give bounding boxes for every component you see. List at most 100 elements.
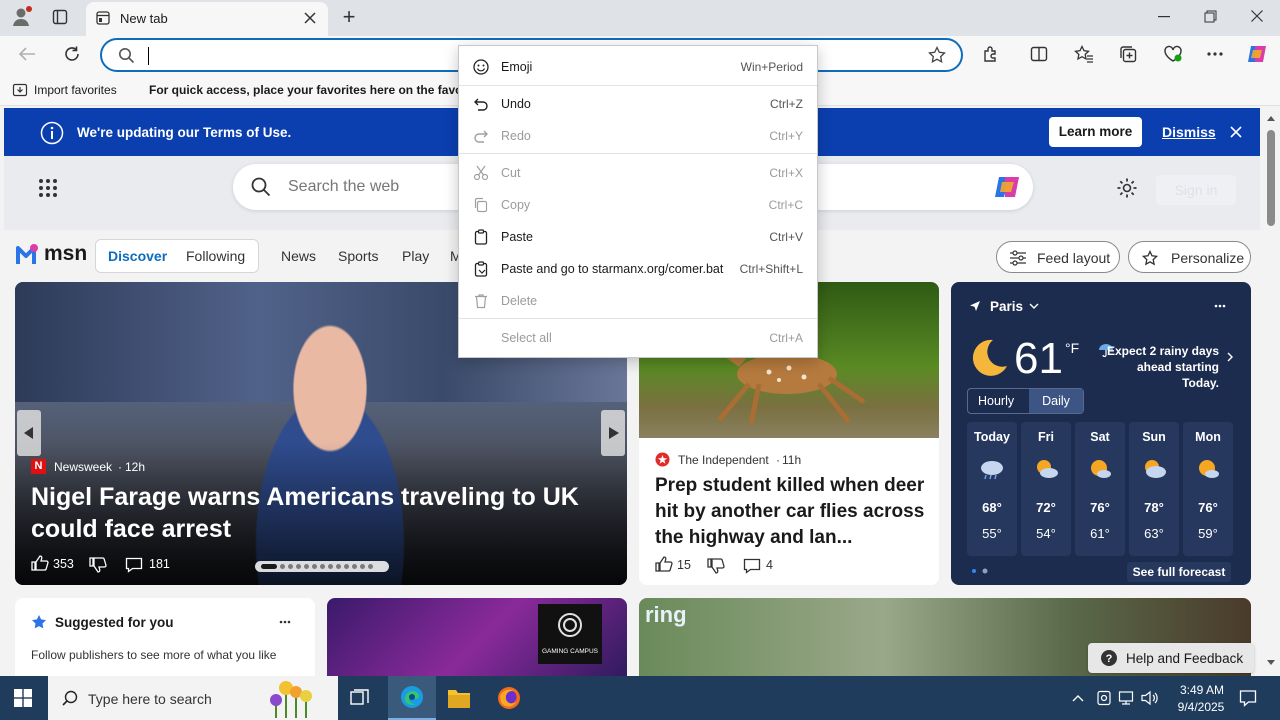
menu-item-undo[interactable]: Undo Ctrl+Z [459, 89, 817, 119]
back-icon[interactable] [18, 46, 36, 62]
story2-dislike-icon[interactable] [707, 558, 725, 574]
close-banner-icon[interactable] [1230, 126, 1242, 138]
security-tray-icon[interactable] [1096, 690, 1112, 706]
favorite-star-icon[interactable] [928, 46, 946, 64]
tab-actions-icon[interactable] [52, 9, 68, 25]
split-screen-icon[interactable] [1030, 45, 1048, 63]
story2-comment-icon[interactable] [743, 558, 761, 574]
clock-date[interactable]: 9/4/2025 [1168, 700, 1234, 714]
page-settings-icon[interactable] [1116, 177, 1138, 199]
suggested-more-icon[interactable] [279, 620, 291, 624]
weather-city[interactable]: Paris [990, 299, 1023, 314]
tab-hourly[interactable]: Hourly [978, 394, 1014, 408]
tab-following[interactable]: Following [186, 248, 245, 264]
firefox-icon[interactable] [497, 686, 521, 710]
apps-launcher-icon[interactable] [38, 178, 58, 198]
menu-item-cut[interactable]: Cut Ctrl+X [459, 158, 817, 188]
forecast-day[interactable]: Sat 76° 61° [1075, 422, 1125, 556]
svg-text:?: ? [1106, 653, 1113, 665]
hero-headline[interactable]: Nigel Farage warns Americans traveling t… [31, 481, 621, 545]
tab-new-tab[interactable]: New tab [86, 2, 328, 36]
weather-page-indicator[interactable] [971, 568, 991, 574]
taskbar-edge[interactable] [388, 676, 436, 720]
clock-time[interactable]: 3:49 AM [1172, 683, 1232, 697]
alert-chevron-icon[interactable] [1227, 352, 1234, 362]
restore-icon[interactable] [1204, 10, 1217, 23]
menu-item-copy[interactable]: Copy Ctrl+C [459, 190, 817, 220]
suggested-card: Suggested for you Follow publishers to s… [15, 598, 315, 676]
feed-layout-button[interactable]: Feed layout [996, 241, 1120, 273]
weather-more-icon[interactable] [1214, 304, 1226, 308]
settings-more-icon[interactable] [1207, 52, 1223, 56]
menu-item-select-all[interactable]: Select all Ctrl+A [459, 323, 817, 353]
scroll-down-icon[interactable] [1267, 660, 1275, 665]
browser-essentials-icon[interactable] [1163, 45, 1183, 63]
learn-more-button[interactable]: Learn more [1049, 117, 1142, 147]
forecast-day[interactable]: Sun 78° 63° [1129, 422, 1179, 556]
emoji-icon [473, 59, 489, 75]
hero-like-icon[interactable] [31, 555, 49, 571]
personalize-icon [1141, 250, 1159, 266]
dismiss-link[interactable]: Dismiss [1162, 124, 1216, 140]
tab-discover[interactable]: Discover [108, 248, 167, 264]
menu-label: Copy [501, 198, 531, 212]
city-chevron-down-icon[interactable] [1029, 303, 1039, 310]
edge-icon [400, 685, 424, 709]
gaming-campus-card[interactable]: GAMING CAMPUS [327, 598, 627, 676]
tab-sports[interactable]: Sports [338, 248, 378, 264]
notifications-icon[interactable] [1239, 689, 1257, 707]
volume-icon[interactable] [1141, 690, 1159, 706]
sign-in-button[interactable]: Sign in [1156, 175, 1236, 205]
carousel-prev-button[interactable] [17, 410, 41, 456]
import-favorites-button[interactable]: Import favorites [34, 83, 117, 97]
menu-item-paste-and-go[interactable]: Paste and go to starmanx.org/comer.bat C… [459, 254, 817, 284]
copilot-search-icon[interactable] [993, 173, 1023, 201]
menu-item-emoji[interactable]: Emoji Win+Period [459, 52, 817, 82]
carousel-indicator[interactable] [255, 561, 389, 572]
minimize-icon[interactable] [1158, 16, 1170, 18]
page-scrollbar[interactable] [1262, 106, 1280, 676]
suggested-subtitle: Follow publishers to see more of what yo… [31, 648, 277, 662]
tray-chevron-up-icon[interactable] [1072, 694, 1084, 702]
menu-item-paste[interactable]: Paste Ctrl+V [459, 222, 817, 252]
personalize-button[interactable]: Personalize [1128, 241, 1251, 273]
tab-play[interactable]: Play [402, 248, 429, 264]
scroll-up-icon[interactable] [1267, 116, 1275, 121]
taskbar-search-box[interactable]: Type here to search [48, 676, 338, 720]
menu-item-delete[interactable]: Delete [459, 286, 817, 316]
extensions-icon[interactable] [982, 45, 1000, 63]
collections-icon[interactable] [1119, 45, 1137, 63]
hero-dislike-icon[interactable] [89, 557, 107, 573]
story2-headline[interactable]: Prep student killed when deer hit by ano… [655, 473, 931, 551]
weather-alert[interactable]: Expect 2 rainy days ahead starting Today… [1101, 343, 1219, 391]
story2-like-icon[interactable] [655, 556, 673, 572]
help-feedback-button[interactable]: ? Help and Feedback [1088, 643, 1254, 673]
menu-shortcut: Ctrl+Shift+L [739, 262, 803, 276]
menu-label: Delete [501, 294, 538, 308]
menu-item-redo[interactable]: Redo Ctrl+Y [459, 121, 817, 151]
profile-icon[interactable] [10, 6, 32, 28]
tab-daily[interactable]: Daily [1029, 389, 1083, 413]
task-view-icon[interactable] [350, 689, 370, 707]
refresh-icon[interactable] [63, 45, 81, 63]
day-high: 78° [1144, 500, 1164, 515]
carousel-next-button[interactable] [601, 410, 625, 456]
scroll-thumb[interactable] [1267, 130, 1275, 226]
tab-news[interactable]: News [281, 248, 316, 264]
close-window-icon[interactable] [1251, 10, 1263, 22]
forecast-day[interactable]: Today 68° 55° [967, 422, 1017, 556]
forecast-day[interactable]: Mon 76° 59° [1183, 422, 1233, 556]
start-button[interactable] [14, 689, 32, 707]
hero-comment-icon[interactable] [125, 557, 143, 573]
network-icon[interactable] [1118, 690, 1134, 706]
file-explorer-icon[interactable] [447, 687, 471, 709]
favorites-icon[interactable] [1074, 45, 1094, 63]
weather-card[interactable]: Paris 61 °F Expect 2 rainy days ahead st… [951, 282, 1251, 585]
copilot-icon[interactable] [1246, 43, 1268, 65]
see-full-forecast-button[interactable]: See full forecast [1127, 562, 1231, 582]
forecast-day[interactable]: Fri 72° 54° [1021, 422, 1071, 556]
close-tab-icon[interactable] [304, 12, 316, 24]
moon-icon [967, 336, 1011, 380]
address-input[interactable] [148, 47, 448, 65]
new-tab-button[interactable]: + [338, 4, 360, 30]
